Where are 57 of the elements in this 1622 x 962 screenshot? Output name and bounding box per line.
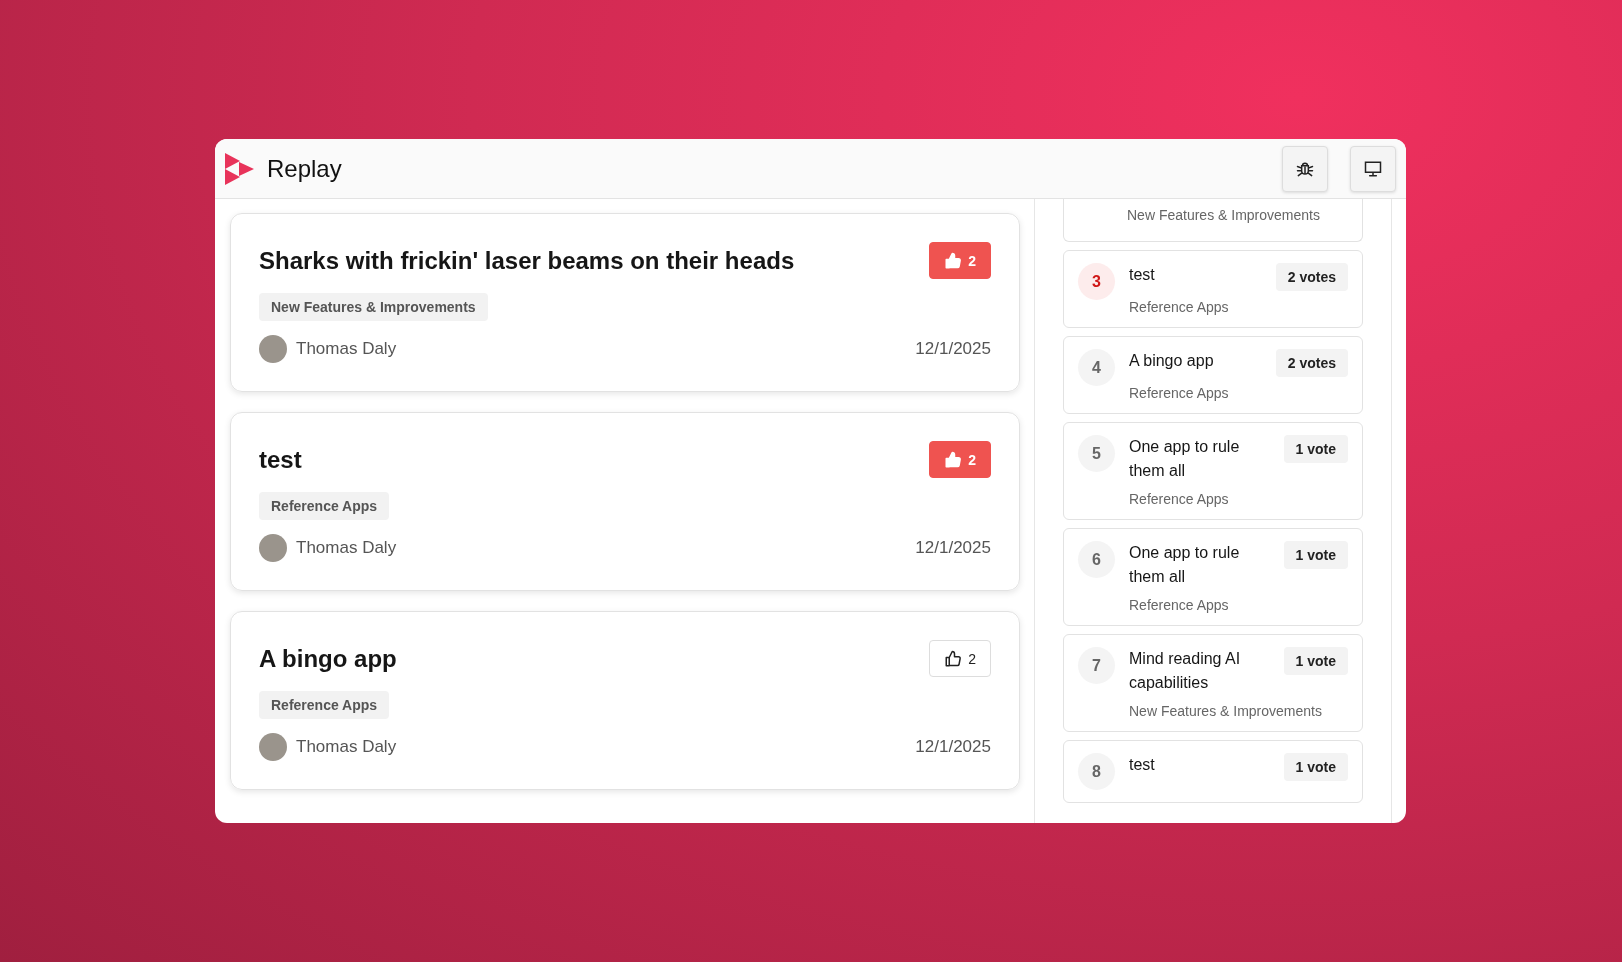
author-name: Thomas Daly bbox=[296, 737, 397, 757]
vote-count: 1 vote bbox=[1283, 753, 1348, 781]
post-card[interactable]: Sharks with frickin' laser beams on their heads 2 New Features & Improvements Thomas Daly 12/1/2025 bbox=[230, 213, 1020, 392]
rank-badge: 7 bbox=[1078, 647, 1115, 684]
ranking-category: Reference Apps bbox=[1129, 299, 1230, 315]
ranking-title: One app to rule them all bbox=[1129, 543, 1241, 587]
ranking-category: New Features & Improvements bbox=[1129, 703, 1323, 719]
ranking-title: A bingo app bbox=[1129, 351, 1214, 371]
post-title: test bbox=[259, 445, 302, 474]
avatar bbox=[259, 534, 287, 562]
vote-count: 1 vote bbox=[1283, 647, 1348, 675]
category-tag: Reference Apps bbox=[259, 691, 390, 719]
ranking-title: One app to rule them all bbox=[1129, 437, 1241, 481]
ranking-title: test bbox=[1129, 755, 1155, 775]
vote-button[interactable]: 2 bbox=[929, 640, 991, 677]
ranking-card[interactable]: 7 Mind reading AI capabilities 1 vote New Features & Improvements bbox=[1063, 634, 1363, 732]
ranking-category: Reference Apps bbox=[1129, 385, 1230, 401]
ranking-category: Reference Apps bbox=[1129, 491, 1230, 507]
ranking-title: Mind reading AI capabilities bbox=[1129, 649, 1242, 693]
ranking-category: Reference Apps bbox=[1129, 597, 1230, 613]
rank-badge: 8 bbox=[1078, 753, 1115, 790]
vote-count: 2 votes bbox=[1275, 349, 1348, 377]
category-tag: New Features & Improvements bbox=[259, 293, 488, 321]
author-name: Thomas Daly bbox=[296, 339, 397, 359]
rank-badge: 6 bbox=[1078, 541, 1115, 578]
thumbs-up-icon bbox=[944, 649, 963, 668]
post-date: 12/1/2025 bbox=[915, 339, 991, 359]
ranking-card[interactable]: 5 One app to rule them all 1 vote Reference Apps bbox=[1063, 422, 1363, 520]
ranking-card[interactable]: New Features & Improvements bbox=[1063, 199, 1363, 242]
thumbs-up-icon bbox=[944, 450, 963, 469]
post-card[interactable]: A bingo app 2 Reference Apps Thomas Daly 12/1/2025 bbox=[230, 611, 1020, 790]
avatar bbox=[259, 335, 287, 363]
vote-count: 1 vote bbox=[1283, 541, 1348, 569]
ranking-title: test bbox=[1129, 265, 1155, 285]
bug-icon-button[interactable] bbox=[1282, 145, 1328, 192]
post-title: Sharks with frickin' laser beams on their heads bbox=[259, 246, 795, 275]
post-card[interactable]: test 2 Reference Apps Thomas Daly 12/1/2025 bbox=[230, 412, 1020, 591]
vote-count: 1 vote bbox=[1283, 435, 1348, 463]
rank-badge: 5 bbox=[1078, 435, 1115, 472]
rank-badge: 3 bbox=[1078, 263, 1115, 300]
avatar bbox=[259, 733, 287, 761]
ranking-card[interactable]: 3 test 2 votes Reference Apps bbox=[1063, 250, 1363, 328]
app-title: Replay bbox=[267, 154, 342, 183]
category-tag: Reference Apps bbox=[259, 492, 390, 520]
display-button[interactable] bbox=[1350, 145, 1396, 192]
thumbs-up-icon bbox=[944, 251, 963, 270]
ranking-category: New Features & Improvements bbox=[1127, 207, 1320, 223]
ranking-card[interactable]: 6 One app to rule them all 1 vote Reference Apps bbox=[1063, 528, 1363, 626]
post-date: 12/1/2025 bbox=[915, 538, 991, 558]
logo-icon bbox=[225, 152, 255, 185]
ranking-card[interactable]: 8 test 1 vote bbox=[1063, 740, 1363, 803]
post-date: 12/1/2025 bbox=[915, 737, 991, 757]
post-title: A bingo app bbox=[259, 644, 397, 673]
rank-badge: 4 bbox=[1078, 349, 1115, 386]
vote-count: 2 votes bbox=[1275, 263, 1348, 291]
ranking-card[interactable]: 4 A bingo app 2 votes Reference Apps bbox=[1063, 336, 1363, 414]
author-name: Thomas Daly bbox=[296, 538, 397, 558]
